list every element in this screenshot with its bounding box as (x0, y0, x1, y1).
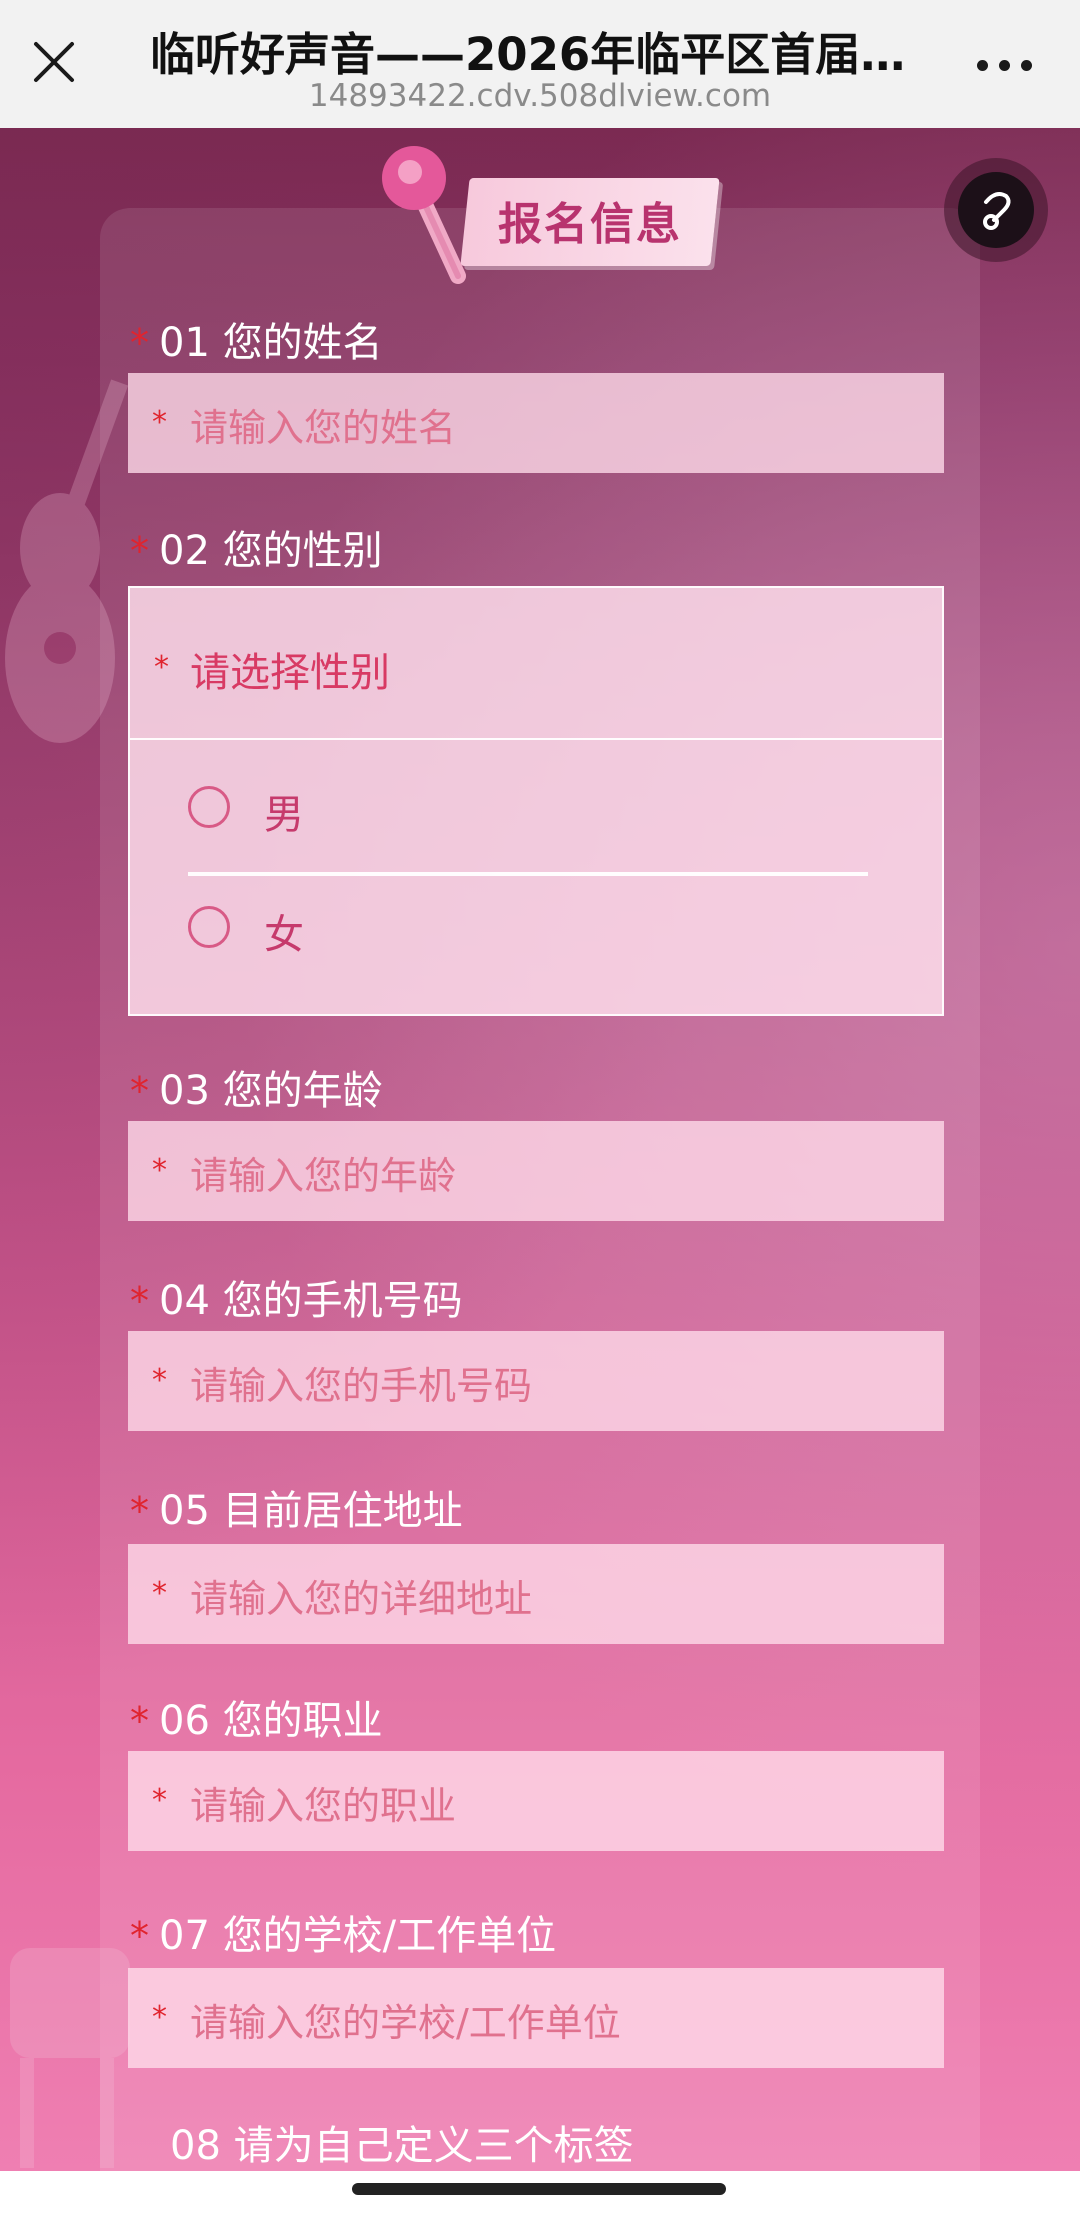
browser-topbar: 临听好声音——2026年临平区首届“... 14893422.cdv.508dl… (0, 0, 1080, 128)
question-label-tags: 08 请为自己定义三个标签 (170, 2123, 634, 2169)
gender-select: * 请选择性别 男 女 (128, 586, 944, 1016)
question-label-age: * 03 您的年龄 (130, 1068, 383, 1114)
school-work-input[interactable]: * 请输入您的学校/工作单位 (128, 1968, 944, 2068)
question-label-name: * 01 您的姓名 (130, 320, 383, 366)
question-label-school-work: * 07 您的学校/工作单位 (130, 1913, 557, 1959)
music-toggle-icon (958, 172, 1034, 248)
gender-option-male[interactable]: 男 (188, 770, 888, 850)
radio-icon[interactable] (188, 906, 230, 948)
page-url: 14893422.cdv.508dlview.com (308, 78, 772, 114)
name-input[interactable]: * 请输入您的姓名 (128, 373, 944, 473)
close-icon[interactable] (22, 30, 86, 94)
gender-option-female[interactable]: 女 (188, 890, 888, 970)
form-page: 报名信息 * 01 您的姓名 * 请输入您的姓名 * 02 您的性别 * 请选择性别 (0, 128, 1080, 2171)
occupation-input[interactable]: * 请输入您的职业 (128, 1751, 944, 1851)
question-label-gender: * 02 您的性别 (130, 528, 383, 574)
question-label-occupation: * 06 您的职业 (130, 1698, 383, 1744)
age-input[interactable]: * 请输入您的年龄 (128, 1121, 944, 1221)
section-header-badge: 报名信息 (370, 138, 720, 288)
page-title: 临听好声音——2026年临平区首届“... (150, 28, 930, 81)
question-label-phone: * 04 您的手机号码 (130, 1278, 463, 1324)
microphone-icon (382, 146, 466, 284)
radio-icon[interactable] (188, 786, 230, 828)
more-dots-icon[interactable] (975, 46, 1035, 82)
music-toggle-button[interactable] (944, 158, 1048, 262)
address-input[interactable]: * 请输入您的详细地址 (128, 1544, 944, 1644)
question-label-address: * 05 目前居住地址 (130, 1488, 463, 1534)
section-title: 报名信息 (498, 199, 682, 250)
home-indicator[interactable] (352, 2183, 726, 2195)
gender-select-header[interactable]: * 请选择性别 (130, 588, 942, 740)
option-divider (188, 872, 868, 876)
phone-input[interactable]: * 请输入您的手机号码 (128, 1331, 944, 1431)
